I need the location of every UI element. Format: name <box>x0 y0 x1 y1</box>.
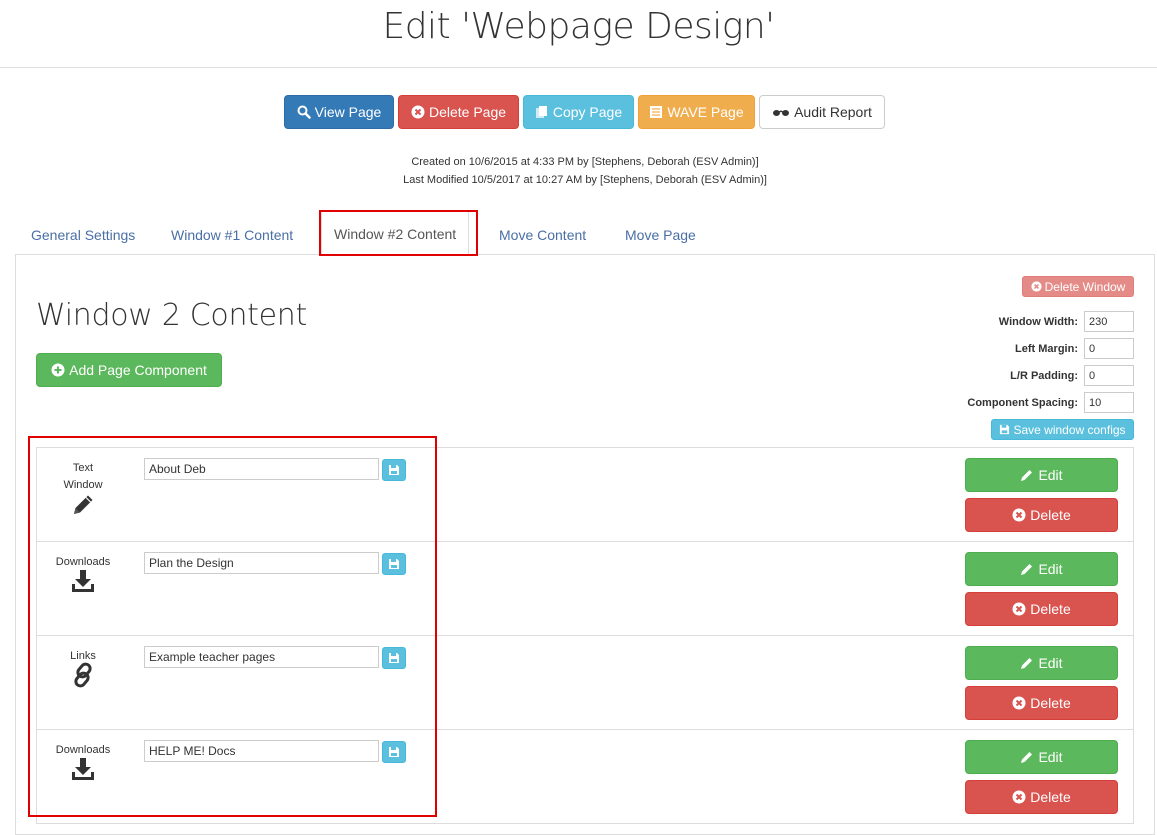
delete-window-button[interactable]: Delete Window <box>1022 276 1134 297</box>
download-icon <box>68 566 98 596</box>
pencil-icon <box>68 490 98 520</box>
sunglasses-icon <box>773 110 790 116</box>
delete-label: Delete <box>1030 601 1071 617</box>
copy-icon <box>535 106 547 118</box>
wave-page-label: WAVE Page <box>667 104 744 120</box>
remove-circle-icon <box>1012 790 1026 804</box>
pencil-icon <box>1021 564 1033 575</box>
delete-window-label: Delete Window <box>1044 279 1126 294</box>
lr-padding-input[interactable] <box>1084 365 1134 386</box>
download-icon <box>68 754 98 784</box>
remove-circle-icon <box>1012 602 1026 616</box>
delete-page-button[interactable]: Delete Page <box>398 95 519 129</box>
edit-label: Edit <box>1038 655 1063 671</box>
window-width-label: Window Width: <box>998 316 1078 328</box>
view-page-label: View Page <box>314 104 382 120</box>
remove-circle-icon <box>1012 508 1026 522</box>
floppy-disk-icon <box>1000 424 1010 435</box>
left-margin-input[interactable] <box>1084 338 1134 359</box>
pencil-icon <box>1021 658 1033 669</box>
pencil-icon <box>1021 752 1033 763</box>
component-row: Downloads Edit Delete <box>37 542 1133 636</box>
component-name-input[interactable] <box>144 552 379 574</box>
view-page-button[interactable]: View Page <box>284 95 394 129</box>
page-header: Edit 'Webpage Design' <box>0 0 1157 68</box>
delete-page-label: Delete Page <box>428 104 507 120</box>
floppy-disk-icon <box>389 653 399 663</box>
tab-bar: General Settings Window #1 Content Windo… <box>15 210 1155 256</box>
component-edit-button[interactable]: Edit <box>965 646 1118 680</box>
created-info: Created on 10/6/2015 at 4:33 PM by [Step… <box>411 156 759 168</box>
page-title: Edit 'Webpage Design' <box>382 6 775 47</box>
component-type-label: Text Window <box>63 462 103 491</box>
left-margin-label: Left Margin: <box>1015 343 1078 355</box>
save-window-configs-button[interactable]: Save window configs <box>991 419 1134 440</box>
audit-report-label: Audit Report <box>794 104 872 120</box>
floppy-disk-icon <box>389 465 399 475</box>
component-row: Downloads Edit Delete <box>37 730 1133 824</box>
component-name-input[interactable] <box>144 646 379 668</box>
remove-circle-icon <box>1012 696 1026 710</box>
component-save-button[interactable] <box>382 553 406 575</box>
floppy-disk-icon <box>389 747 399 757</box>
add-page-component-label: Add Page Component <box>69 362 207 378</box>
edit-label: Edit <box>1038 749 1063 765</box>
component-delete-button[interactable]: Delete <box>965 592 1118 626</box>
copy-page-button[interactable]: Copy Page <box>523 95 634 129</box>
copy-page-label: Copy Page <box>552 104 623 120</box>
tab-window-2-content[interactable]: Window #2 Content <box>321 210 470 256</box>
tab-general-settings[interactable]: General Settings <box>19 218 147 255</box>
window-title: Window 2 Content <box>36 298 307 333</box>
component-save-button[interactable] <box>382 741 406 763</box>
component-list: Text Window Edit Delete Downloads Edit <box>36 447 1134 824</box>
component-edit-button[interactable]: Edit <box>965 458 1118 492</box>
add-page-component-button[interactable]: Add Page Component <box>36 353 222 387</box>
component-delete-button[interactable]: Delete <box>965 686 1118 720</box>
delete-label: Delete <box>1030 507 1071 523</box>
list-alt-icon <box>650 106 663 118</box>
save-window-configs-label: Save window configs <box>1013 422 1126 437</box>
component-spacing-label: Component Spacing: <box>967 397 1078 409</box>
plus-circle-icon <box>51 363 65 377</box>
component-delete-button[interactable]: Delete <box>965 780 1118 814</box>
lr-padding-label: L/R Padding: <box>1010 370 1078 382</box>
floppy-disk-icon <box>389 559 399 569</box>
audit-report-button[interactable]: Audit Report <box>759 95 885 129</box>
edit-label: Edit <box>1038 467 1063 483</box>
tab-move-page[interactable]: Move Page <box>613 218 708 255</box>
component-save-button[interactable] <box>382 647 406 669</box>
link-icon <box>68 660 98 690</box>
window-width-input[interactable] <box>1084 311 1134 332</box>
component-save-button[interactable] <box>382 459 406 481</box>
tab-window-1-content[interactable]: Window #1 Content <box>159 218 305 255</box>
component-row: Text Window Edit Delete <box>37 448 1133 542</box>
search-icon <box>297 105 311 119</box>
component-spacing-input[interactable] <box>1084 392 1134 413</box>
tab-move-content[interactable]: Move Content <box>487 218 598 255</box>
modified-info: Last Modified 10/5/2017 at 10:27 AM by [… <box>403 174 767 186</box>
component-delete-button[interactable]: Delete <box>965 498 1118 532</box>
component-name-input[interactable] <box>144 458 379 480</box>
component-name-input[interactable] <box>144 740 379 762</box>
delete-label: Delete <box>1030 695 1071 711</box>
remove-circle-icon <box>1031 281 1042 292</box>
component-edit-button[interactable]: Edit <box>965 740 1118 774</box>
wave-page-button[interactable]: WAVE Page <box>638 95 755 129</box>
delete-label: Delete <box>1030 789 1071 805</box>
component-edit-button[interactable]: Edit <box>965 552 1118 586</box>
edit-label: Edit <box>1038 561 1063 577</box>
component-row: Links Edit Delete <box>37 636 1133 730</box>
pencil-icon <box>1021 470 1033 481</box>
remove-circle-icon <box>411 105 425 119</box>
